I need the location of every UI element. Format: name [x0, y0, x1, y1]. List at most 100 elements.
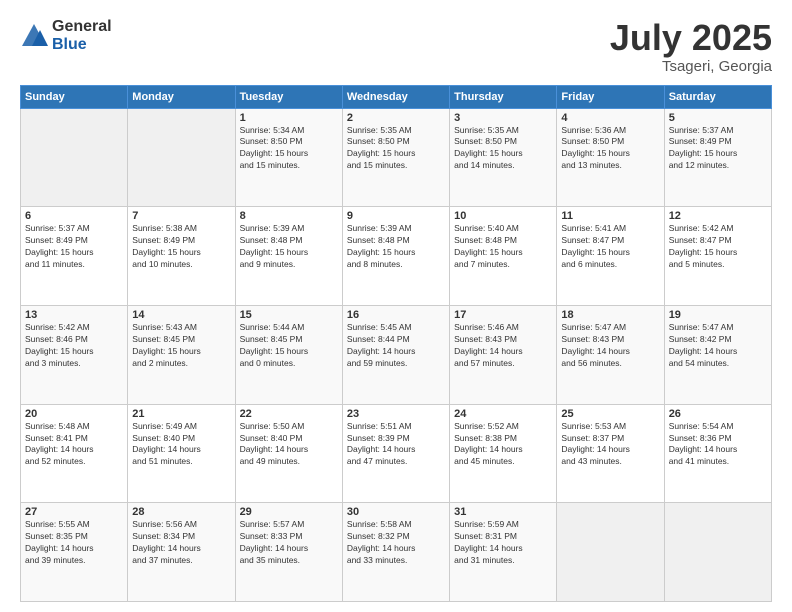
day-info: Sunrise: 5:53 AM Sunset: 8:37 PM Dayligh…	[561, 421, 659, 469]
calendar-cell: 5Sunrise: 5:37 AM Sunset: 8:49 PM Daylig…	[664, 108, 771, 207]
calendar-cell: 16Sunrise: 5:45 AM Sunset: 8:44 PM Dayli…	[342, 305, 449, 404]
day-number: 23	[347, 408, 445, 420]
day-number: 4	[561, 112, 659, 124]
calendar-cell: 1Sunrise: 5:34 AM Sunset: 8:50 PM Daylig…	[235, 108, 342, 207]
day-number: 18	[561, 309, 659, 321]
day-info: Sunrise: 5:47 AM Sunset: 8:42 PM Dayligh…	[669, 322, 767, 370]
header-saturday: Saturday	[664, 85, 771, 108]
day-info: Sunrise: 5:35 AM Sunset: 8:50 PM Dayligh…	[454, 125, 552, 173]
day-number: 3	[454, 112, 552, 124]
day-info: Sunrise: 5:41 AM Sunset: 8:47 PM Dayligh…	[561, 223, 659, 271]
calendar-cell: 23Sunrise: 5:51 AM Sunset: 8:39 PM Dayli…	[342, 404, 449, 503]
day-number: 9	[347, 210, 445, 222]
day-number: 26	[669, 408, 767, 420]
day-number: 15	[240, 309, 338, 321]
month-title: July 2025	[610, 18, 772, 58]
calendar-cell: 29Sunrise: 5:57 AM Sunset: 8:33 PM Dayli…	[235, 503, 342, 602]
calendar-cell: 19Sunrise: 5:47 AM Sunset: 8:42 PM Dayli…	[664, 305, 771, 404]
calendar-week-1: 1Sunrise: 5:34 AM Sunset: 8:50 PM Daylig…	[21, 108, 772, 207]
header-wednesday: Wednesday	[342, 85, 449, 108]
day-number: 25	[561, 408, 659, 420]
calendar-cell: 24Sunrise: 5:52 AM Sunset: 8:38 PM Dayli…	[450, 404, 557, 503]
calendar-cell: 8Sunrise: 5:39 AM Sunset: 8:48 PM Daylig…	[235, 207, 342, 306]
day-number: 2	[347, 112, 445, 124]
calendar-cell: 22Sunrise: 5:50 AM Sunset: 8:40 PM Dayli…	[235, 404, 342, 503]
header: General Blue July 2025 Tsageri, Georgia	[20, 18, 772, 75]
day-number: 24	[454, 408, 552, 420]
day-number: 6	[25, 210, 123, 222]
day-info: Sunrise: 5:48 AM Sunset: 8:41 PM Dayligh…	[25, 421, 123, 469]
day-info: Sunrise: 5:40 AM Sunset: 8:48 PM Dayligh…	[454, 223, 552, 271]
day-number: 30	[347, 506, 445, 518]
calendar-cell: 31Sunrise: 5:59 AM Sunset: 8:31 PM Dayli…	[450, 503, 557, 602]
day-number: 8	[240, 210, 338, 222]
calendar-cell: 21Sunrise: 5:49 AM Sunset: 8:40 PM Dayli…	[128, 404, 235, 503]
day-number: 5	[669, 112, 767, 124]
day-number: 1	[240, 112, 338, 124]
calendar-cell	[21, 108, 128, 207]
day-info: Sunrise: 5:36 AM Sunset: 8:50 PM Dayligh…	[561, 125, 659, 173]
calendar-cell	[664, 503, 771, 602]
location: Tsageri, Georgia	[610, 58, 772, 75]
day-number: 14	[132, 309, 230, 321]
calendar-cell: 25Sunrise: 5:53 AM Sunset: 8:37 PM Dayli…	[557, 404, 664, 503]
header-friday: Friday	[557, 85, 664, 108]
day-number: 11	[561, 210, 659, 222]
calendar-cell: 28Sunrise: 5:56 AM Sunset: 8:34 PM Dayli…	[128, 503, 235, 602]
calendar-cell: 10Sunrise: 5:40 AM Sunset: 8:48 PM Dayli…	[450, 207, 557, 306]
header-thursday: Thursday	[450, 85, 557, 108]
day-number: 20	[25, 408, 123, 420]
calendar-cell: 9Sunrise: 5:39 AM Sunset: 8:48 PM Daylig…	[342, 207, 449, 306]
day-info: Sunrise: 5:47 AM Sunset: 8:43 PM Dayligh…	[561, 322, 659, 370]
day-info: Sunrise: 5:58 AM Sunset: 8:32 PM Dayligh…	[347, 519, 445, 567]
calendar-cell: 12Sunrise: 5:42 AM Sunset: 8:47 PM Dayli…	[664, 207, 771, 306]
calendar-cell: 27Sunrise: 5:55 AM Sunset: 8:35 PM Dayli…	[21, 503, 128, 602]
calendar-cell: 18Sunrise: 5:47 AM Sunset: 8:43 PM Dayli…	[557, 305, 664, 404]
logo-text: General Blue	[52, 18, 112, 53]
day-info: Sunrise: 5:57 AM Sunset: 8:33 PM Dayligh…	[240, 519, 338, 567]
day-number: 12	[669, 210, 767, 222]
day-info: Sunrise: 5:59 AM Sunset: 8:31 PM Dayligh…	[454, 519, 552, 567]
calendar-cell	[557, 503, 664, 602]
logo-blue-text: Blue	[52, 36, 112, 54]
calendar-week-5: 27Sunrise: 5:55 AM Sunset: 8:35 PM Dayli…	[21, 503, 772, 602]
logo-general-text: General	[52, 18, 112, 36]
page: General Blue July 2025 Tsageri, Georgia …	[0, 0, 792, 612]
calendar-cell: 7Sunrise: 5:38 AM Sunset: 8:49 PM Daylig…	[128, 207, 235, 306]
header-tuesday: Tuesday	[235, 85, 342, 108]
calendar-cell: 11Sunrise: 5:41 AM Sunset: 8:47 PM Dayli…	[557, 207, 664, 306]
calendar-week-3: 13Sunrise: 5:42 AM Sunset: 8:46 PM Dayli…	[21, 305, 772, 404]
calendar-cell: 26Sunrise: 5:54 AM Sunset: 8:36 PM Dayli…	[664, 404, 771, 503]
day-info: Sunrise: 5:54 AM Sunset: 8:36 PM Dayligh…	[669, 421, 767, 469]
logo-icon	[20, 22, 48, 50]
day-info: Sunrise: 5:51 AM Sunset: 8:39 PM Dayligh…	[347, 421, 445, 469]
day-info: Sunrise: 5:56 AM Sunset: 8:34 PM Dayligh…	[132, 519, 230, 567]
day-info: Sunrise: 5:55 AM Sunset: 8:35 PM Dayligh…	[25, 519, 123, 567]
header-monday: Monday	[128, 85, 235, 108]
day-number: 21	[132, 408, 230, 420]
day-number: 19	[669, 309, 767, 321]
day-info: Sunrise: 5:44 AM Sunset: 8:45 PM Dayligh…	[240, 322, 338, 370]
calendar-cell: 2Sunrise: 5:35 AM Sunset: 8:50 PM Daylig…	[342, 108, 449, 207]
day-info: Sunrise: 5:45 AM Sunset: 8:44 PM Dayligh…	[347, 322, 445, 370]
day-number: 28	[132, 506, 230, 518]
day-info: Sunrise: 5:38 AM Sunset: 8:49 PM Dayligh…	[132, 223, 230, 271]
day-info: Sunrise: 5:39 AM Sunset: 8:48 PM Dayligh…	[240, 223, 338, 271]
day-number: 10	[454, 210, 552, 222]
day-number: 29	[240, 506, 338, 518]
day-number: 27	[25, 506, 123, 518]
calendar-cell: 30Sunrise: 5:58 AM Sunset: 8:32 PM Dayli…	[342, 503, 449, 602]
calendar-cell: 17Sunrise: 5:46 AM Sunset: 8:43 PM Dayli…	[450, 305, 557, 404]
day-info: Sunrise: 5:46 AM Sunset: 8:43 PM Dayligh…	[454, 322, 552, 370]
day-number: 17	[454, 309, 552, 321]
weekday-header-row: Sunday Monday Tuesday Wednesday Thursday…	[21, 85, 772, 108]
day-info: Sunrise: 5:43 AM Sunset: 8:45 PM Dayligh…	[132, 322, 230, 370]
day-number: 31	[454, 506, 552, 518]
calendar-cell: 14Sunrise: 5:43 AM Sunset: 8:45 PM Dayli…	[128, 305, 235, 404]
day-info: Sunrise: 5:34 AM Sunset: 8:50 PM Dayligh…	[240, 125, 338, 173]
day-info: Sunrise: 5:42 AM Sunset: 8:47 PM Dayligh…	[669, 223, 767, 271]
day-number: 7	[132, 210, 230, 222]
day-info: Sunrise: 5:52 AM Sunset: 8:38 PM Dayligh…	[454, 421, 552, 469]
calendar-cell: 13Sunrise: 5:42 AM Sunset: 8:46 PM Dayli…	[21, 305, 128, 404]
day-number: 16	[347, 309, 445, 321]
